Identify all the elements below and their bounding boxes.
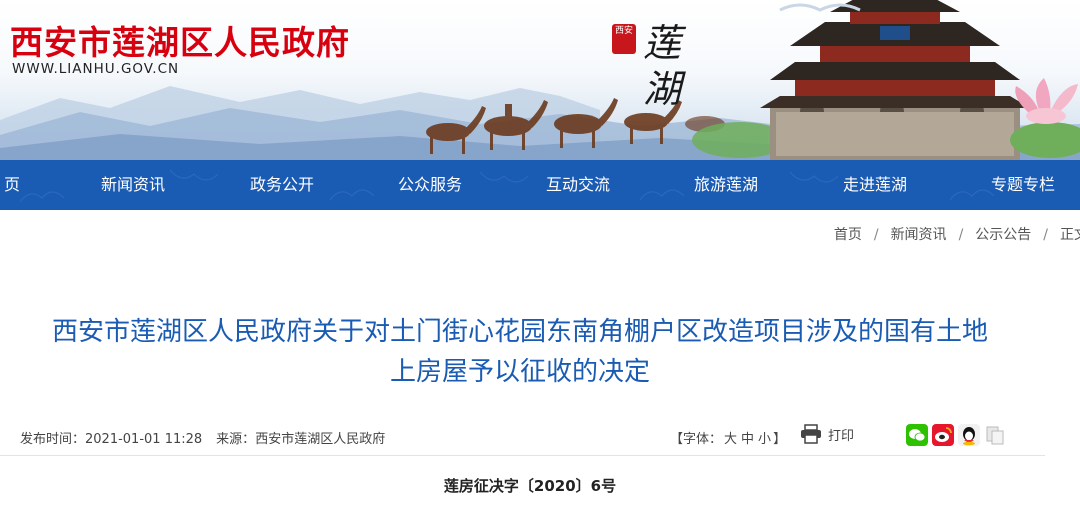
site-url: WWW.LIANHU.GOV.CN <box>12 61 180 77</box>
site-banner: 西安市莲湖区人民政府 WWW.LIANHU.GOV.CN 西安 莲湖 <box>0 0 1080 160</box>
font-size-medium[interactable]: 中 <box>741 432 754 447</box>
weibo-icon[interactable] <box>932 424 954 446</box>
site-title[interactable]: 西安市莲湖区人民政府 <box>10 16 350 64</box>
main-nav: 页 新闻资讯 政务公开 公众服务 互动交流 旅游莲湖 走进莲湖 专题专栏 <box>0 160 1080 210</box>
breadcrumb-separator: / <box>958 227 964 243</box>
wechat-icon[interactable] <box>906 424 928 446</box>
qq-icon[interactable] <box>958 424 980 446</box>
share-bar <box>906 424 1006 446</box>
nav-item-interaction[interactable]: 互动交流 <box>546 160 610 210</box>
source: 西安市莲湖区人民政府 <box>255 432 386 447</box>
breadcrumb-notices[interactable]: 公示公告 <box>975 227 1031 243</box>
article-title-line2: 上房屋予以征收的决定 <box>389 357 650 387</box>
print-button[interactable]: 打印 <box>800 424 854 444</box>
breadcrumb-current: 正文 <box>1060 227 1080 243</box>
font-size-large[interactable]: 大 <box>724 432 737 447</box>
nav-item-home[interactable]: 页 <box>4 160 20 210</box>
nav-item-about[interactable]: 走进莲湖 <box>843 160 907 210</box>
publish-time: 2021-01-01 11:28 <box>85 432 203 447</box>
source-label: 来源： <box>216 432 256 447</box>
document-number: 莲房征决字〔2020〕6号 <box>443 477 617 495</box>
brand-calligraphy: 莲湖 <box>642 21 681 111</box>
nav-item-tourism[interactable]: 旅游莲湖 <box>694 160 758 210</box>
nav-item-news[interactable]: 新闻资讯 <box>101 160 165 210</box>
publish-time-label: 发布时间： <box>20 432 86 447</box>
breadcrumb-news[interactable]: 新闻资讯 <box>891 227 947 243</box>
font-size-label: 【字体： <box>670 432 723 447</box>
font-size-control: 【字体：大中小】 <box>670 428 786 447</box>
copy-icon[interactable] <box>984 424 1006 446</box>
nav-item-government-affairs[interactable]: 政务公开 <box>250 160 314 210</box>
breadcrumb-home[interactable]: 首页 <box>834 227 862 243</box>
brand-seal: 西安 <box>612 24 636 54</box>
font-size-small[interactable]: 小 <box>758 432 771 447</box>
breadcrumb-separator: / <box>873 227 879 243</box>
nav-item-special-topics[interactable]: 专题专栏 <box>991 160 1055 210</box>
printer-icon <box>801 424 821 444</box>
breadcrumb: 首页 / 新闻资讯 / 公示公告 / 正文 <box>834 224 1080 244</box>
article-title: 西安市莲湖区人民政府关于对土门街心花园东南角棚户区改造项目涉及的国有土地 上房屋… <box>0 312 1040 392</box>
breadcrumb-separator: / <box>1043 227 1048 243</box>
font-size-close: 】 <box>773 432 787 447</box>
article-title-line1: 西安市莲湖区人民政府关于对土门街心花园东南角棚户区改造项目涉及的国有土地 <box>51 317 988 347</box>
article-meta: 发布时间：2021-01-01 11:28 来源：西安市莲湖区人民政府 <box>20 428 385 447</box>
seal-text: 西安 <box>614 26 633 36</box>
nav-item-public-services[interactable]: 公众服务 <box>398 160 462 210</box>
meta-divider <box>0 455 1045 456</box>
print-label: 打印 <box>828 428 855 444</box>
